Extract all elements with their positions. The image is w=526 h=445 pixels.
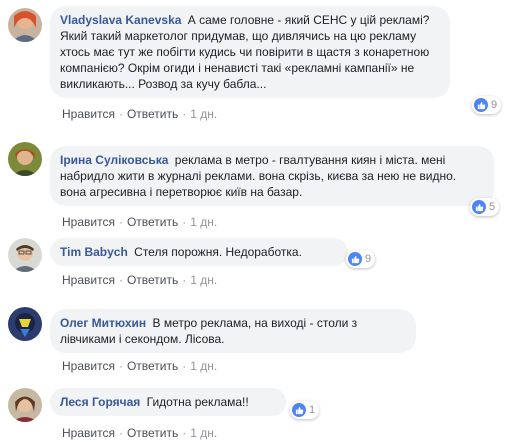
- comment-actions: Нравится · Ответить · 1 дн.: [62, 273, 217, 287]
- reply-link[interactable]: Ответить: [127, 359, 178, 373]
- like-link[interactable]: Нравится: [62, 107, 115, 121]
- comment-bubble: Леся Горячая Гидотна реклама!!: [50, 388, 286, 416]
- comment-text: Гидотна реклама!!: [146, 395, 249, 409]
- comment-time[interactable]: 1 дн.: [190, 426, 217, 440]
- avatar[interactable]: [8, 142, 42, 176]
- avatar[interactable]: [8, 307, 42, 341]
- thumbs-up-icon: [472, 200, 486, 214]
- separator: ·: [118, 107, 123, 121]
- separator: ·: [118, 426, 123, 440]
- separator: ·: [118, 273, 123, 287]
- reply-link[interactable]: Ответить: [127, 426, 178, 440]
- like-link[interactable]: Нравится: [62, 273, 115, 287]
- avatar[interactable]: [8, 8, 42, 42]
- comment-author[interactable]: Олег Митюхин: [60, 316, 146, 330]
- comment-author[interactable]: Tim Babych: [60, 245, 128, 259]
- avatar[interactable]: [8, 388, 42, 422]
- avatar[interactable]: [8, 238, 42, 272]
- separator: ·: [118, 215, 123, 229]
- thumbs-up-icon: [474, 98, 488, 112]
- reply-link[interactable]: Ответить: [127, 273, 178, 287]
- like-link[interactable]: Нравится: [62, 215, 115, 229]
- comment-author[interactable]: Vladyslava Kanevska: [60, 13, 181, 27]
- like-link[interactable]: Нравится: [62, 426, 115, 440]
- separator: ·: [182, 107, 187, 121]
- comment-actions: Нравится · Ответить · 1 дн.: [62, 107, 217, 121]
- reply-link[interactable]: Ответить: [127, 215, 178, 229]
- separator: ·: [118, 359, 123, 373]
- comment-time[interactable]: 1 дн.: [190, 215, 217, 229]
- reaction-count[interactable]: 9: [346, 250, 376, 268]
- comment-actions: Нравится · Ответить · 1 дн.: [62, 359, 217, 373]
- thumbs-up-icon: [292, 403, 306, 417]
- reaction-number: 9: [365, 253, 372, 265]
- comment-actions: Нравится · Ответить · 1 дн.: [62, 215, 217, 229]
- reaction-number: 1: [309, 404, 316, 416]
- separator: ·: [182, 359, 187, 373]
- reaction-number: 5: [489, 201, 496, 213]
- comment-actions: Нравится · Ответить · 1 дн.: [62, 426, 217, 440]
- comment-author[interactable]: Леся Горячая: [60, 395, 140, 409]
- separator: ·: [182, 215, 187, 229]
- reaction-count[interactable]: 5: [470, 198, 500, 216]
- thumbs-up-icon: [348, 252, 362, 266]
- comment-author[interactable]: Ірина Суліковська: [60, 153, 168, 167]
- comment-bubble: Олег Митюхин В метро реклама, на виході …: [50, 309, 416, 353]
- separator: ·: [182, 426, 187, 440]
- separator: ·: [182, 273, 187, 287]
- reaction-count[interactable]: 9: [472, 96, 502, 114]
- comment-time[interactable]: 1 дн.: [190, 273, 217, 287]
- comment-bubble: Vladyslava Kanevska А саме головне - яки…: [50, 6, 450, 98]
- comment-bubble: Tim Babych Стеля порожня. Недоработка.: [50, 238, 348, 266]
- comment-bubble: Ірина Суліковська реклама в метро - гвал…: [50, 146, 494, 206]
- like-link[interactable]: Нравится: [62, 359, 115, 373]
- comment-time[interactable]: 1 дн.: [190, 359, 217, 373]
- comment-time[interactable]: 1 дн.: [190, 107, 217, 121]
- comment-text: Стеля порожня. Недоработка.: [134, 245, 302, 259]
- reaction-number: 9: [491, 99, 498, 111]
- reply-link[interactable]: Ответить: [127, 107, 178, 121]
- reaction-count[interactable]: 1: [290, 401, 320, 419]
